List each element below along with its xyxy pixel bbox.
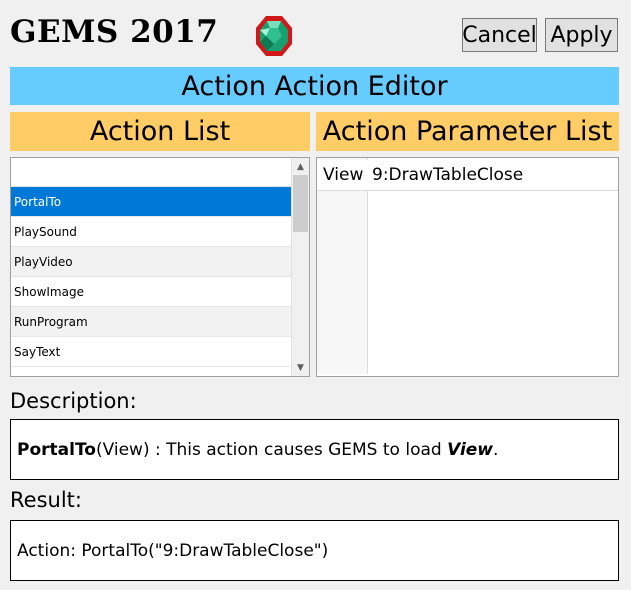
editor-title: Action Action Editor	[10, 67, 619, 105]
action-list-header: Action List	[10, 112, 310, 151]
app-title: GEMS 2017	[10, 14, 219, 50]
description-box: PortalTo(View) : This action causes GEMS…	[10, 419, 619, 480]
parameter-name: View	[323, 165, 364, 185]
list-item-playvideo[interactable]: PlayVideo	[11, 247, 292, 277]
list-item-saytext[interactable]: SayText	[11, 337, 292, 367]
description-argument: View	[447, 439, 494, 460]
description-signature: (View) : This action causes GEMS to load	[95, 439, 448, 460]
parameter-value[interactable]: 9:DrawTableClose	[372, 165, 523, 185]
parameter-row[interactable]: View 9:DrawTableClose	[317, 160, 618, 191]
action-list-filter-row[interactable]	[11, 158, 292, 187]
list-item-portalto[interactable]: PortalTo	[11, 187, 292, 217]
green-gem-icon	[256, 16, 292, 56]
scroll-up-arrow-icon[interactable]: ▲	[292, 158, 309, 175]
result-box: Action: PortalTo("9:DrawTableClose")	[10, 520, 619, 581]
scrollbar-thumb[interactable]	[293, 175, 308, 232]
action-list-scrollbar[interactable]: ▲ ▼	[291, 158, 309, 376]
parameter-list: View 9:DrawTableClose	[316, 157, 619, 377]
parameter-list-header: Action Parameter List	[316, 112, 619, 151]
description-trailing: .	[493, 439, 499, 460]
apply-button[interactable]: Apply	[545, 18, 618, 52]
cancel-button[interactable]: Cancel	[462, 18, 537, 52]
scroll-down-arrow-icon[interactable]: ▼	[292, 359, 309, 376]
action-list[interactable]: PortalTo PlaySound PlayVideo ShowImage R…	[10, 157, 310, 377]
list-item-runprogram[interactable]: RunProgram	[11, 307, 292, 337]
result-text: Action: PortalTo("9:DrawTableClose")	[17, 540, 329, 561]
description-label: Description:	[10, 389, 137, 413]
result-label: Result:	[10, 488, 82, 512]
description-function-name: PortalTo	[17, 439, 96, 460]
list-item-showimage[interactable]: ShowImage	[11, 277, 292, 307]
list-item-playsound[interactable]: PlaySound	[11, 217, 292, 247]
